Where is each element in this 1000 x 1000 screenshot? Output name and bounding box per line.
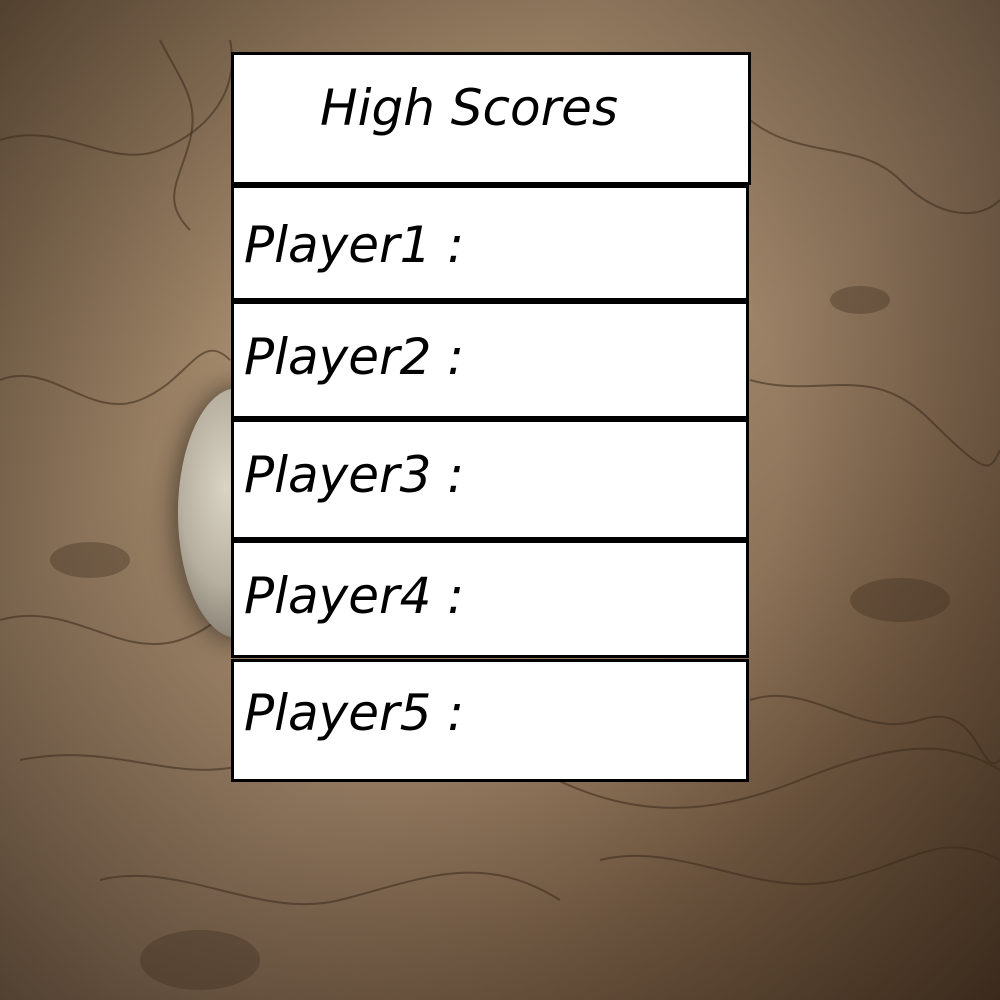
- player-label: Player5 :: [244, 684, 465, 742]
- score-row-1: Player1 :: [231, 185, 749, 301]
- player-label: Player1 :: [244, 216, 465, 274]
- player-label: Player4 :: [244, 567, 465, 625]
- player-label: Player3 :: [244, 446, 465, 504]
- player-label: Player2 :: [244, 328, 465, 386]
- high-scores-header: High Scores: [231, 52, 751, 185]
- score-row-2: Player2 :: [231, 301, 749, 419]
- score-row-3: Player3 :: [231, 419, 749, 540]
- score-row-4: Player4 :: [231, 540, 749, 658]
- score-row-5: Player5 :: [231, 659, 749, 782]
- high-scores-title: High Scores: [320, 79, 618, 137]
